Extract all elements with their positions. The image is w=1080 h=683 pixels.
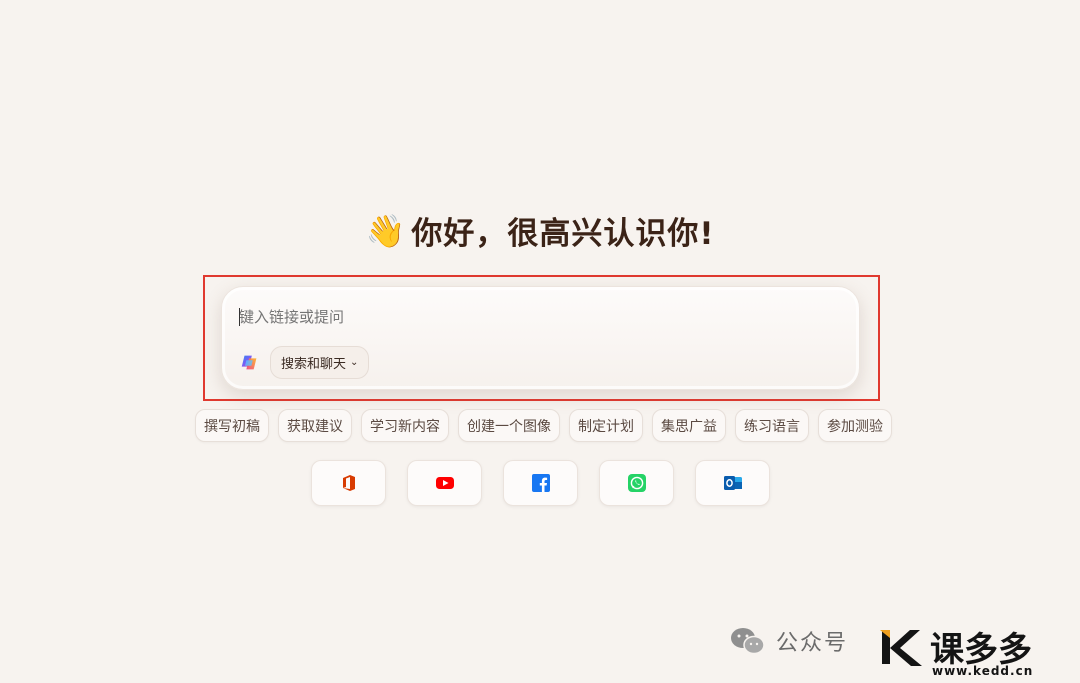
suggestion-chip[interactable]: 练习语言 [735,409,809,442]
facebook-icon [531,474,550,492]
suggestion-chip[interactable]: 获取建议 [278,409,352,442]
mode-selector-button[interactable]: 搜索和聊天 ⌄ [270,346,370,379]
suggestion-chip[interactable]: 参加测验 [818,409,892,442]
youtube-icon [435,477,454,489]
whatsapp-app-button[interactable] [599,460,674,506]
facebook-app-button[interactable] [503,460,578,506]
office-icon [342,475,355,491]
chevron-down-icon: ⌄ [350,357,359,368]
outlook-app-button[interactable] [695,460,770,506]
app-shortcuts [311,460,770,506]
chat-composer: 搜索和聊天 ⌄ [221,286,860,390]
youtube-app-button[interactable] [407,460,482,506]
wechat-icon [731,628,765,655]
suggestion-chip[interactable]: 创建一个图像 [458,409,560,442]
brand-url: www.kedd.cn [932,664,1034,678]
suggestion-chip[interactable]: 撰写初稿 [195,409,269,442]
brand-logo-icon [880,630,922,666]
office-app-button[interactable] [311,460,386,506]
outlook-icon [723,476,742,490]
greeting-title: 你好，很高兴认识你! [411,216,715,252]
suggestion-chip[interactable]: 集思广益 [652,409,726,442]
suggestion-chip[interactable]: 制定计划 [569,409,643,442]
waving-hand-icon: 👋 [365,211,406,250]
brand-watermark: 课多多 www.kedd.cn [880,620,1080,683]
mode-selector-label: 搜索和聊天 [281,357,347,372]
prompt-input[interactable] [239,305,839,329]
whatsapp-icon [627,474,646,492]
copilot-icon [241,355,257,370]
suggestion-chip[interactable]: 学习新内容 [361,409,449,442]
channel-label: 公众号 [776,631,849,656]
text-cursor [239,308,240,326]
greeting: 👋 你好，很高兴认识你! [0,208,1080,253]
wechat-watermark: 公众号 [728,618,848,664]
suggestion-chips: 撰写初稿 获取建议 学习新内容 创建一个图像 制定计划 集思广益 练习语言 参加… [195,409,892,442]
